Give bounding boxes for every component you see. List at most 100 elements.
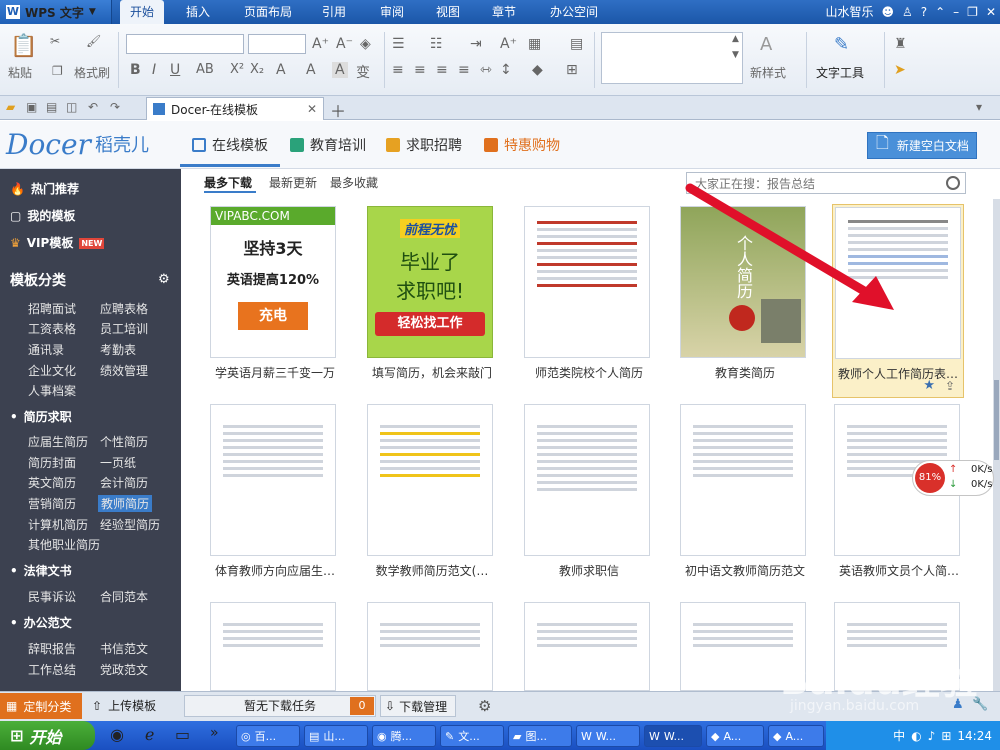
grid-icon[interactable]: ▤ — [570, 36, 583, 52]
app-menu-button[interactable]: W WPS 文字 ▼ — [0, 0, 112, 24]
sidebar-item-other-resume[interactable]: 其他职业简历 — [28, 536, 100, 553]
template-thumbnail[interactable] — [210, 602, 336, 691]
gallery-up-icon[interactable]: ▲ — [732, 34, 739, 44]
shrink-font-icon[interactable]: A⁻ — [336, 36, 353, 52]
sidebar-section-law[interactable]: • 法律文书 — [10, 560, 72, 582]
upload-template-button[interactable]: ⇧ 上传模板 — [92, 697, 156, 714]
filter-latest[interactable]: 最新更新 — [269, 174, 317, 191]
sidebar-item-accounting-resume[interactable]: 会计简历 — [100, 474, 148, 491]
new-style-icon[interactable]: A — [760, 34, 772, 55]
table-icon[interactable]: ▦ — [528, 36, 541, 52]
strikethrough-icon[interactable]: AB — [196, 62, 214, 77]
menu-view[interactable]: 视图 — [436, 0, 460, 24]
help-button[interactable]: ? — [921, 0, 927, 24]
tray-icon[interactable]: ◐ — [911, 729, 921, 743]
sidebar-item-english-resume[interactable]: 英文简历 — [28, 474, 76, 491]
sidebar-item-civil-litigation[interactable]: 民事诉讼 — [28, 588, 76, 605]
menu-reference[interactable]: 引用 — [322, 0, 346, 24]
template-card[interactable] — [367, 602, 497, 691]
new-style-button[interactable]: 新样式 — [750, 64, 786, 81]
sidebar-item-interview[interactable]: 招聘面试 — [28, 300, 76, 317]
sidebar-item-mine[interactable]: ▢ 我的模板 — [10, 205, 75, 227]
task-button[interactable]: ▤ 山... — [304, 725, 368, 747]
template-card[interactable]: 前程无忧 毕业了 求职吧! 轻松找工作 填写简历，机会来敲门 — [367, 206, 497, 381]
sidebar-item-attendance[interactable]: 考勤表 — [100, 341, 136, 358]
template-thumbnail[interactable] — [524, 404, 650, 556]
task-button[interactable]: ◎ 百... — [236, 725, 300, 747]
font-color-icon[interactable]: A — [306, 62, 316, 78]
template-thumbnail[interactable] — [367, 602, 493, 691]
shirt-icon[interactable]: ♙ — [902, 0, 913, 24]
indent-icon[interactable]: ⇥ — [470, 36, 482, 52]
scrollbar-thumb[interactable] — [994, 380, 999, 460]
tab-docer[interactable]: Docer-在线模板 ✕ — [146, 97, 324, 120]
redo-icon[interactable]: ↷ — [110, 100, 120, 114]
select-icon[interactable]: ➤ — [894, 62, 906, 78]
template-card[interactable] — [210, 602, 340, 691]
sidebar-item-personal-resume[interactable]: 个性简历 — [100, 433, 148, 450]
sidebar-section-office[interactable]: • 办公范文 — [10, 612, 72, 634]
font-name-combo[interactable] — [126, 34, 244, 54]
expand-icon[interactable]: » — [210, 725, 219, 741]
task-button[interactable]: W W... — [576, 725, 640, 747]
close-tab-icon[interactable]: ✕ — [307, 102, 317, 116]
distribute-icon[interactable]: ⇿ — [480, 62, 492, 78]
skin-icon[interactable]: ☻ — [881, 0, 894, 24]
menu-start[interactable]: 开始 — [120, 0, 165, 24]
ime-indicator[interactable]: 中 — [893, 727, 905, 744]
sidebar-section-resume[interactable]: • 简历求职 — [10, 406, 72, 428]
sidebar-item-teacher-resume[interactable]: 教师简历 — [98, 495, 153, 512]
sidebar-item-experience-resume[interactable]: 经验型简历 — [100, 516, 160, 533]
minimize-icon[interactable]: – — [953, 0, 959, 24]
template-thumbnail[interactable] — [524, 206, 650, 358]
text-direction-icon[interactable]: A⁺ — [500, 36, 517, 52]
open-folder-icon[interactable]: ▰ — [6, 100, 15, 114]
find-icon[interactable]: ♜ — [894, 36, 907, 52]
task-button[interactable]: ◉ 腾... — [372, 725, 436, 747]
text-effect-icon[interactable]: A — [276, 62, 286, 78]
settings-gear-icon[interactable]: ⚙ — [478, 697, 491, 715]
preview-icon[interactable]: ◫ — [66, 100, 77, 114]
custom-category-button[interactable]: ▦ 定制分类 — [0, 693, 82, 719]
task-button[interactable]: ▰ 图... — [508, 725, 572, 747]
network-icon[interactable]: ⊞ — [941, 729, 951, 743]
sidebar-item-salary[interactable]: 工资表格 — [28, 320, 76, 337]
template-card[interactable]: 师范类院校个人简历 — [524, 206, 654, 381]
template-card[interactable]: VIPABC.COM 坚持3天 英语提高120% 充电 学英语月薪三千变一万 — [210, 206, 340, 381]
task-button[interactable]: ✎ 文... — [440, 725, 504, 747]
print-icon[interactable]: ▤ — [46, 100, 57, 114]
settings-gear-icon[interactable]: ⚙ — [158, 272, 170, 287]
bold-icon[interactable]: B — [130, 62, 141, 78]
nav-education[interactable]: 教育培训 — [290, 130, 366, 160]
paste-icon[interactable]: 📋 — [10, 34, 37, 59]
superscript-icon[interactable]: X² — [230, 62, 244, 77]
template-card[interactable]: 数学教师简历范文(… — [367, 404, 497, 579]
cut-icon[interactable]: ✂ — [50, 34, 60, 48]
volume-icon[interactable]: ♪ — [928, 729, 936, 743]
start-button[interactable]: ⊞ 开始 — [0, 721, 95, 750]
save-icon[interactable]: ▣ — [26, 100, 37, 114]
show-desktop-icon[interactable]: ▭ — [175, 725, 190, 744]
template-thumbnail[interactable]: 前程无忧 毕业了 求职吧! 轻松找工作 — [367, 206, 493, 358]
ie-icon[interactable]: ℯ — [145, 725, 154, 744]
search-icon[interactable] — [946, 176, 960, 190]
sidebar-item-marketing-resume[interactable]: 营销简历 — [28, 495, 76, 512]
template-card[interactable]: 体育教师方向应届生… — [210, 404, 340, 579]
task-button[interactable]: ◆ A... — [706, 725, 764, 747]
nav-online-templates[interactable]: 在线模板 — [192, 130, 268, 160]
template-card[interactable]: 教师求职信 — [524, 404, 654, 579]
underline-icon[interactable]: U — [170, 62, 180, 78]
sidebar-item-resume-cover[interactable]: 简历封面 — [28, 454, 76, 471]
sidebar-item-hr-file[interactable]: 人事档案 — [28, 382, 76, 399]
text-tools-icon[interactable]: ✎ — [834, 34, 849, 55]
sidebar-item-computer-resume[interactable]: 计算机简历 — [28, 516, 88, 533]
sidebar-item-contacts[interactable]: 通讯录 — [28, 341, 64, 358]
subscript-icon[interactable]: X₂ — [250, 62, 264, 77]
font-size-combo[interactable] — [248, 34, 306, 54]
nav-shopping[interactable]: 特惠购物 — [484, 130, 560, 160]
italic-icon[interactable]: I — [152, 62, 156, 78]
fill-color-icon[interactable]: ◆ — [532, 62, 543, 78]
sidebar-item-performance[interactable]: 绩效管理 — [100, 362, 148, 379]
menu-office-space[interactable]: 办公空间 — [550, 0, 598, 24]
bullet-list-icon[interactable]: ☰ — [392, 36, 405, 52]
